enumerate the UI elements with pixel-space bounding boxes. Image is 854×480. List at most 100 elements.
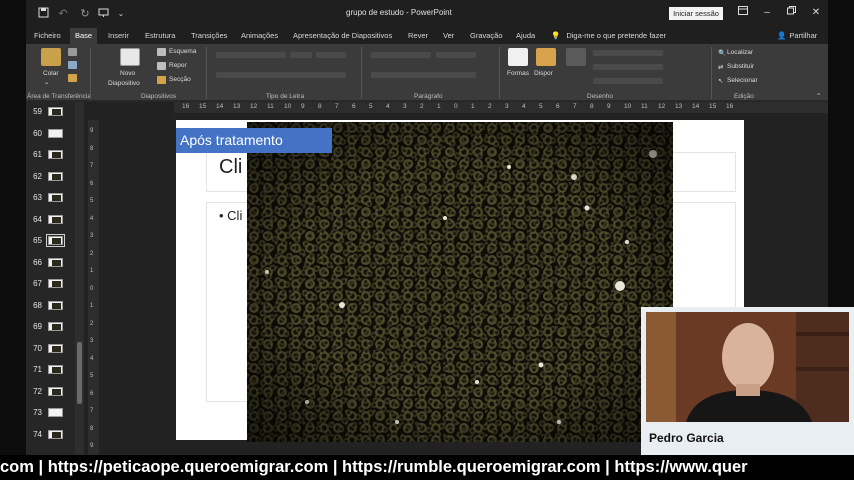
group-label-paragraph: Parágrafo [414,93,443,100]
new-slide-label[interactable]: Novo [120,70,135,77]
tab-transitions[interactable]: Transições [186,28,232,44]
thumbnail-preview [48,107,63,116]
ribbon-display-options-icon[interactable] [734,5,752,21]
title-placeholder[interactable]: Cli [219,156,242,179]
tab-animations[interactable]: Animações [236,28,283,44]
tab-view[interactable]: Ver [438,28,459,44]
thumbnail-number: 59 [33,107,42,116]
thumbnail-number: 74 [33,430,42,439]
microscopy-image[interactable] [247,122,673,442]
shapes-label[interactable]: Formas [507,70,529,77]
thumbnail-preview [48,387,63,396]
thumbnail-number: 73 [33,408,42,417]
arrange-label[interactable]: Dispor [534,70,553,77]
title-bar: ↶ ↻ ⌄ grupo de estudo - PowerPoint Inici… [26,0,828,28]
tab-design[interactable]: Estrutura [140,28,180,44]
shape-outline-button[interactable] [593,64,663,70]
share-button[interactable]: 👤 Partilhar [777,28,817,44]
ruler-tick-label: 2 [90,250,94,257]
tab-review[interactable]: Rever [403,28,433,44]
sign-in-button[interactable]: Iniciar sessão [669,7,723,20]
ruler-tick-label: 9 [90,128,94,134]
ruler-tick-label: 1 [90,303,94,309]
collapse-ribbon-icon[interactable]: ⌃ [816,92,821,100]
save-icon[interactable] [36,7,50,21]
ruler-tick-label: 0 [454,103,458,110]
group-label-drawing: Desenho [587,93,614,100]
tab-help[interactable]: Ajuda [511,28,540,44]
ruler-tick-label: 15 [709,103,717,110]
new-slide-icon[interactable] [120,48,140,66]
shape-fill-button[interactable] [593,50,663,56]
thumbnail-scrollbar-thumb[interactable] [77,342,82,404]
paste-label[interactable]: Colar [43,70,59,77]
cut-icon[interactable] [68,48,77,56]
replace-icon[interactable]: ⇄ [718,63,723,71]
share-label: Partilhar [789,31,818,40]
tell-me-search[interactable]: 💡 Diga-me o que pretende fazer [551,28,666,44]
quick-styles-icon[interactable] [566,48,586,66]
ruler-tick-label: 3 [90,233,94,239]
ruler-tick-label: 10 [284,103,292,110]
font-grow-shrink[interactable] [316,52,346,58]
arrange-icon[interactable] [536,48,556,66]
stream-frame-left [0,0,26,455]
customize-qat-icon[interactable]: ⌄ [114,7,128,21]
alignment-buttons[interactable] [371,72,476,78]
reset-icon[interactable] [157,62,166,70]
start-slideshow-icon[interactable] [96,7,110,21]
select-icon[interactable]: ↖ [718,77,723,85]
redo-icon[interactable]: ↻ [78,7,92,21]
tab-slideshow[interactable]: Apresentação de Diapositivos [288,28,397,44]
shape-effects-button[interactable] [593,78,663,84]
replace-label[interactable]: Substituir [727,63,754,70]
thumbnail-preview [48,344,63,353]
thumbnail-scrollbar[interactable] [75,102,84,455]
reset-label[interactable]: Repor [169,62,187,69]
section-icon[interactable] [157,76,166,84]
tab-recording[interactable]: Gravação [465,28,508,44]
format-painter-icon[interactable] [68,74,77,82]
ribbon-separator [361,47,362,99]
ruler-tick-label: 7 [90,408,94,414]
tab-file[interactable]: Ficheiro [29,28,66,44]
ruler-tick-label: 11 [267,103,274,110]
font-size-box[interactable] [290,52,312,58]
ruler-tick-label: 7 [335,103,339,110]
find-label[interactable]: Localizar [727,49,753,56]
tab-home[interactable]: Base [70,28,98,44]
section-label[interactable]: Secção [169,76,191,83]
group-label-slides: Diapositivos [141,93,177,100]
font-format-buttons[interactable] [216,72,346,78]
slide-title-banner[interactable]: Após tratamento [176,128,332,153]
paste-dropdown-icon[interactable]: ⌄ [44,78,49,86]
list-buttons[interactable] [371,52,431,58]
group-label-editing: Edição [734,93,754,100]
url-ticker: com | https://peticaope.queroemigrar.com… [0,455,854,480]
close-icon[interactable]: ✕ [807,5,825,21]
font-name-box[interactable] [216,52,286,58]
restore-icon[interactable] [782,5,800,21]
thumbnail-number: 62 [33,172,42,181]
minimize-icon[interactable]: – [758,5,776,21]
body-placeholder[interactable]: • Cli [219,208,242,223]
ruler-tick-label: 5 [369,103,373,110]
layout-label[interactable]: Esquema [169,48,196,55]
copy-icon[interactable] [68,61,77,69]
thumbnail-preview [48,279,63,288]
new-slide-label-2[interactable]: Diapositivo [108,80,140,87]
thumbnail-preview [48,408,63,417]
undo-icon[interactable]: ↶ [56,7,70,21]
ruler-tick-label: 8 [90,425,94,432]
group-label-font: Tipo de Letra [266,93,305,100]
ruler-tick-label: 14 [216,103,224,110]
ruler-tick-label: 9 [607,103,611,110]
tab-insert[interactable]: Inserir [103,28,134,44]
layout-icon[interactable] [157,48,166,56]
select-label[interactable]: Selecionar [727,77,758,84]
find-icon[interactable]: 🔍 [718,49,726,57]
text-direction-buttons[interactable] [436,52,476,58]
shapes-icon[interactable] [508,48,528,66]
paste-icon[interactable] [41,48,61,66]
ribbon-separator [206,47,207,99]
